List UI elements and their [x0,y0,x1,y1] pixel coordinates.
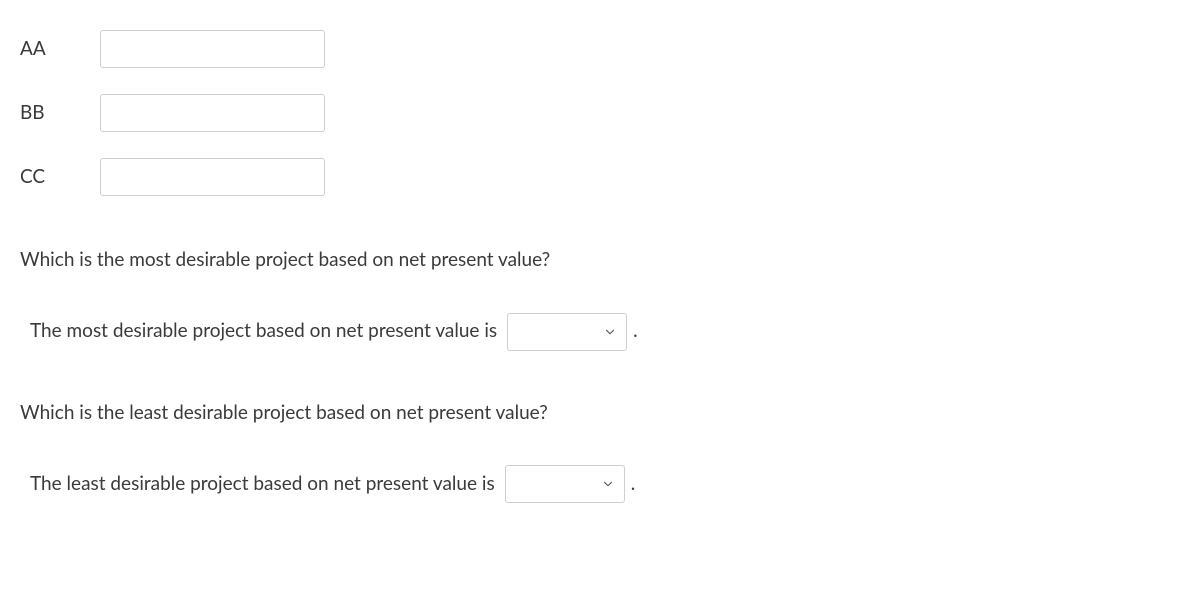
answer-most-prefix: The most desirable project based on net … [30,317,497,346]
project-label-cc: CC [20,163,100,192]
select-most-wrapper [507,313,627,351]
project-label-bb: BB [20,99,100,128]
question-least-prompt: Which is the least desirable project bas… [20,399,1180,428]
answer-least-punctuation: . [631,470,635,499]
answer-least-prefix: The least desirable project based on net… [30,470,495,499]
project-label-aa: AA [20,35,100,64]
project-input-cc[interactable] [100,158,325,196]
question-most-prompt: Which is the most desirable project base… [20,246,1180,275]
select-most-desirable[interactable] [507,313,627,351]
project-row-bb: BB [20,94,1180,132]
answer-least-line: The least desirable project based on net… [20,465,1180,503]
project-input-bb[interactable] [100,94,325,132]
answer-most-punctuation: . [633,317,637,346]
project-row-aa: AA [20,30,1180,68]
select-least-desirable[interactable] [505,465,625,503]
project-input-aa[interactable] [100,30,325,68]
answer-most-line: The most desirable project based on net … [20,313,1180,351]
question-least-desirable: Which is the least desirable project bas… [20,399,1180,504]
question-most-desirable: Which is the most desirable project base… [20,246,1180,351]
select-least-wrapper [505,465,625,503]
project-input-section: AA BB CC [20,30,1180,196]
project-row-cc: CC [20,158,1180,196]
